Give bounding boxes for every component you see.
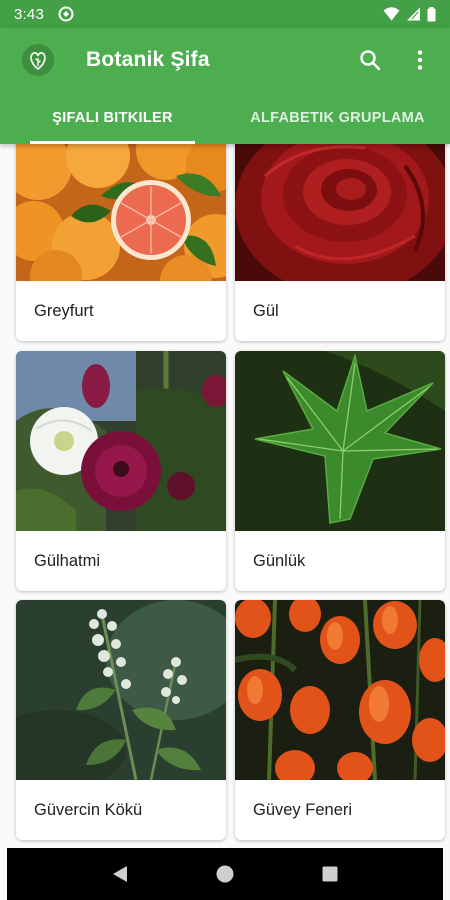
physalis-image xyxy=(235,600,445,780)
plant-card[interactable]: Güvercin Kökü xyxy=(16,600,226,840)
plant-grid: Greyfurt Gül Gülhatmi Günlük Güvercin Kö… xyxy=(0,144,450,848)
back-icon xyxy=(112,866,127,882)
rose-image xyxy=(235,144,445,281)
battery-icon xyxy=(427,6,436,21)
notification-icon xyxy=(58,6,74,22)
status-bar: 3:43 xyxy=(0,0,450,28)
search-button[interactable] xyxy=(356,46,384,74)
plant-name: Güvercin Kökü xyxy=(34,800,143,819)
recents-icon xyxy=(322,866,338,882)
plant-card[interactable]: Greyfurt xyxy=(16,144,226,341)
grapefruit-image xyxy=(16,144,226,281)
home-icon xyxy=(216,865,234,883)
app-title: Botanik Şifa xyxy=(86,48,210,71)
signal-icon xyxy=(407,7,420,21)
back-button[interactable] xyxy=(100,854,140,894)
plant-card[interactable]: Gülhatmi xyxy=(16,351,226,591)
tab-alphabetical-grouping[interactable]: ALFABETIK GRUPLAMA xyxy=(225,92,450,144)
hollyhock-image xyxy=(16,351,226,531)
wifi-icon xyxy=(383,7,400,21)
search-icon xyxy=(360,50,381,71)
app-bar: Botanik Şifa ŞIFALI BITKILER ALFABETIK G… xyxy=(0,28,450,144)
tab-bar: ŞIFALI BITKILER ALFABETIK GRUPLAMA xyxy=(0,92,450,144)
tab-label: ALFABETIK GRUPLAMA xyxy=(250,110,425,126)
tab-medicinal-plants[interactable]: ŞIFALI BITKILER xyxy=(0,92,225,144)
recents-button[interactable] xyxy=(310,854,350,894)
overflow-menu-button[interactable] xyxy=(406,46,434,74)
plant-card[interactable]: Güvey Feneri xyxy=(235,600,445,840)
tab-indicator xyxy=(30,141,195,144)
plant-name: Güvey Feneri xyxy=(253,800,353,819)
tab-label: ŞIFALI BITKILER xyxy=(52,110,173,126)
plant-name: Günlük xyxy=(253,551,306,570)
sweetgum-leaf-image xyxy=(235,351,445,531)
status-time: 3:43 xyxy=(14,5,44,23)
system-navigation-bar xyxy=(7,848,443,900)
status-indicators xyxy=(383,6,436,22)
home-button[interactable] xyxy=(205,854,245,894)
plant-name: Gül xyxy=(253,301,279,320)
plant-card[interactable]: Günlük xyxy=(235,351,445,591)
plant-name: Gülhatmi xyxy=(34,551,101,570)
basil-image xyxy=(16,600,226,780)
app-logo-icon xyxy=(22,44,54,76)
more-vert-icon xyxy=(417,50,423,70)
plant-card[interactable]: Gül xyxy=(235,144,445,341)
plant-name: Greyfurt xyxy=(34,301,94,320)
